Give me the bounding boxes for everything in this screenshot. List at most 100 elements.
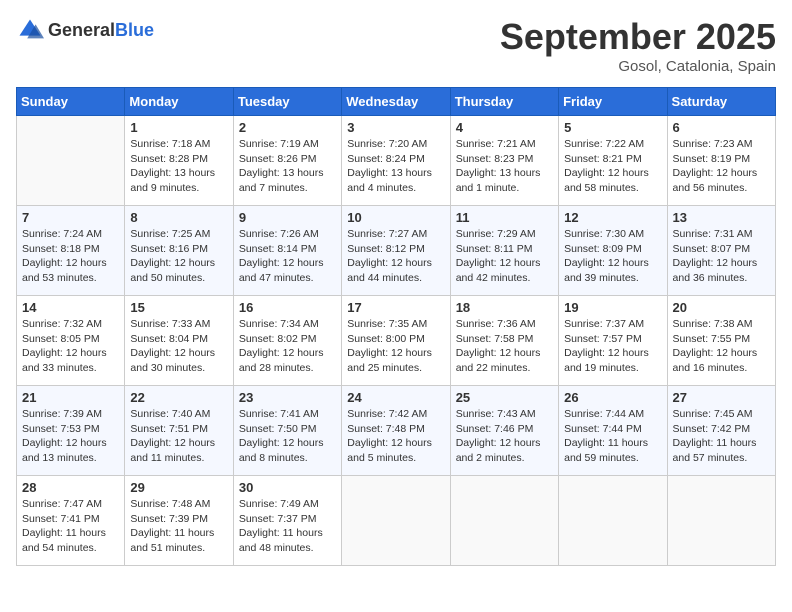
calendar-cell: 5Sunrise: 7:22 AMSunset: 8:21 PMDaylight… xyxy=(559,116,667,206)
calendar-cell xyxy=(667,476,775,566)
day-number: 29 xyxy=(130,480,227,495)
day-info: Sunrise: 7:49 AMSunset: 7:37 PMDaylight:… xyxy=(239,497,336,556)
day-info: Sunrise: 7:43 AMSunset: 7:46 PMDaylight:… xyxy=(456,407,553,466)
location-subtitle: Gosol, Catalonia, Spain xyxy=(500,58,776,75)
day-number: 14 xyxy=(22,300,119,315)
weekday-header-friday: Friday xyxy=(559,88,667,116)
day-info: Sunrise: 7:39 AMSunset: 7:53 PMDaylight:… xyxy=(22,407,119,466)
day-number: 4 xyxy=(456,120,553,135)
weekday-header-row: SundayMondayTuesdayWednesdayThursdayFrid… xyxy=(17,88,776,116)
day-info: Sunrise: 7:29 AMSunset: 8:11 PMDaylight:… xyxy=(456,227,553,286)
weekday-header-thursday: Thursday xyxy=(450,88,558,116)
calendar-cell: 2Sunrise: 7:19 AMSunset: 8:26 PMDaylight… xyxy=(233,116,341,206)
day-info: Sunrise: 7:33 AMSunset: 8:04 PMDaylight:… xyxy=(130,317,227,376)
day-info: Sunrise: 7:24 AMSunset: 8:18 PMDaylight:… xyxy=(22,227,119,286)
day-info: Sunrise: 7:23 AMSunset: 8:19 PMDaylight:… xyxy=(673,137,770,196)
day-info: Sunrise: 7:47 AMSunset: 7:41 PMDaylight:… xyxy=(22,497,119,556)
calendar-cell: 22 Sunrise: 7:40 AMSunset: 7:51 PMDayligh… xyxy=(125,386,233,476)
day-number: 23 xyxy=(239,390,336,405)
day-number: 3 xyxy=(347,120,444,135)
weekday-header-sunday: Sunday xyxy=(17,88,125,116)
day-info: Sunrise: 7:45 AMSunset: 7:42 PMDaylight:… xyxy=(673,407,770,466)
calendar-cell: 23 Sunrise: 7:41 AMSunset: 7:50 PMDayligh… xyxy=(233,386,341,476)
calendar-cell: 12 Sunrise: 7:30 AMSunset: 8:09 PMDayligh… xyxy=(559,206,667,296)
day-info: Sunrise: 7:34 AMSunset: 8:02 PMDaylight:… xyxy=(239,317,336,376)
day-number: 12 xyxy=(564,210,661,225)
calendar-week-row: 1 Sunrise: 7:18 AMSunset: 8:28 PMDaylight… xyxy=(17,116,776,206)
day-info: Sunrise: 7:21 AMSunset: 8:23 PMDaylight:… xyxy=(456,137,553,196)
weekday-header-tuesday: Tuesday xyxy=(233,88,341,116)
calendar-cell: 21 Sunrise: 7:39 AMSunset: 7:53 PMDayligh… xyxy=(17,386,125,476)
calendar-cell: 15 Sunrise: 7:33 AMSunset: 8:04 PMDayligh… xyxy=(125,296,233,386)
day-number: 20 xyxy=(673,300,770,315)
calendar-cell: 6Sunrise: 7:23 AMSunset: 8:19 PMDaylight… xyxy=(667,116,775,206)
day-info: Sunrise: 7:20 AMSunset: 8:24 PMDaylight:… xyxy=(347,137,444,196)
calendar-cell: 1 Sunrise: 7:18 AMSunset: 8:28 PMDaylight… xyxy=(125,116,233,206)
day-number: 28 xyxy=(22,480,119,495)
calendar-cell: 25 Sunrise: 7:43 AMSunset: 7:46 PMDayligh… xyxy=(450,386,558,476)
month-title: September 2025 xyxy=(500,16,776,58)
day-number: 13 xyxy=(673,210,770,225)
calendar-week-row: 14 Sunrise: 7:32 AMSunset: 8:05 PMDayligh… xyxy=(17,296,776,386)
day-info: Sunrise: 7:40 AMSunset: 7:51 PMDaylight:… xyxy=(130,407,227,466)
day-number: 16 xyxy=(239,300,336,315)
logo-text-general: General xyxy=(48,20,115,40)
calendar-cell: 8 Sunrise: 7:25 AMSunset: 8:16 PMDaylight… xyxy=(125,206,233,296)
calendar-cell: 11 Sunrise: 7:29 AMSunset: 8:11 PMDayligh… xyxy=(450,206,558,296)
day-info: Sunrise: 7:44 AMSunset: 7:44 PMDaylight:… xyxy=(564,407,661,466)
calendar-cell xyxy=(559,476,667,566)
calendar-cell xyxy=(450,476,558,566)
calendar-cell: 20 Sunrise: 7:38 AMSunset: 7:55 PMDayligh… xyxy=(667,296,775,386)
day-info: Sunrise: 7:18 AMSunset: 8:28 PMDaylight:… xyxy=(130,137,227,196)
calendar-cell: 3 Sunrise: 7:20 AMSunset: 8:24 PMDaylight… xyxy=(342,116,450,206)
day-info: Sunrise: 7:25 AMSunset: 8:16 PMDaylight:… xyxy=(130,227,227,286)
calendar-cell: 9 Sunrise: 7:26 AMSunset: 8:14 PMDaylight… xyxy=(233,206,341,296)
calendar-cell: 27 Sunrise: 7:45 AMSunset: 7:42 PMDayligh… xyxy=(667,386,775,476)
logo-text-blue: Blue xyxy=(115,20,154,40)
day-number: 21 xyxy=(22,390,119,405)
logo-icon xyxy=(16,16,44,44)
calendar-table: SundayMondayTuesdayWednesdayThursdayFrid… xyxy=(16,87,776,566)
weekday-header-monday: Monday xyxy=(125,88,233,116)
day-number: 9 xyxy=(239,210,336,225)
day-number: 26 xyxy=(564,390,661,405)
day-number: 1 xyxy=(130,120,227,135)
day-info: Sunrise: 7:32 AMSunset: 8:05 PMDaylight:… xyxy=(22,317,119,376)
day-number: 15 xyxy=(130,300,227,315)
day-number: 22 xyxy=(130,390,227,405)
logo: GeneralBlue xyxy=(16,16,154,44)
day-number: 17 xyxy=(347,300,444,315)
day-number: 25 xyxy=(456,390,553,405)
calendar-cell: 10Sunrise: 7:27 AMSunset: 8:12 PMDayligh… xyxy=(342,206,450,296)
day-number: 18 xyxy=(456,300,553,315)
day-number: 11 xyxy=(456,210,553,225)
calendar-cell xyxy=(342,476,450,566)
day-number: 5 xyxy=(564,120,661,135)
day-number: 19 xyxy=(564,300,661,315)
page-header: GeneralBlue September 2025 Gosol, Catalo… xyxy=(16,16,776,75)
calendar-cell: 4 Sunrise: 7:21 AMSunset: 8:23 PMDaylight… xyxy=(450,116,558,206)
day-info: Sunrise: 7:19 AMSunset: 8:26 PMDaylight:… xyxy=(239,137,336,196)
day-number: 30 xyxy=(239,480,336,495)
calendar-cell: 16 Sunrise: 7:34 AMSunset: 8:02 PMDayligh… xyxy=(233,296,341,386)
calendar-cell xyxy=(17,116,125,206)
calendar-week-row: 28 Sunrise: 7:47 AMSunset: 7:41 PMDayligh… xyxy=(17,476,776,566)
calendar-cell: 19 Sunrise: 7:37 AMSunset: 7:57 PMDayligh… xyxy=(559,296,667,386)
day-info: Sunrise: 7:37 AMSunset: 7:57 PMDaylight:… xyxy=(564,317,661,376)
calendar-cell: 30 Sunrise: 7:49 AMSunset: 7:37 PMDayligh… xyxy=(233,476,341,566)
day-info: Sunrise: 7:30 AMSunset: 8:09 PMDaylight:… xyxy=(564,227,661,286)
day-info: Sunrise: 7:26 AMSunset: 8:14 PMDaylight:… xyxy=(239,227,336,286)
calendar-week-row: 21 Sunrise: 7:39 AMSunset: 7:53 PMDayligh… xyxy=(17,386,776,476)
day-number: 8 xyxy=(130,210,227,225)
calendar-cell: 14 Sunrise: 7:32 AMSunset: 8:05 PMDayligh… xyxy=(17,296,125,386)
day-number: 27 xyxy=(673,390,770,405)
day-info: Sunrise: 7:41 AMSunset: 7:50 PMDaylight:… xyxy=(239,407,336,466)
calendar-cell: 29Sunrise: 7:48 AMSunset: 7:39 PMDayligh… xyxy=(125,476,233,566)
day-number: 24 xyxy=(347,390,444,405)
weekday-header-wednesday: Wednesday xyxy=(342,88,450,116)
day-info: Sunrise: 7:38 AMSunset: 7:55 PMDaylight:… xyxy=(673,317,770,376)
calendar-cell: 24 Sunrise: 7:42 AMSunset: 7:48 PMDayligh… xyxy=(342,386,450,476)
calendar-cell: 28 Sunrise: 7:47 AMSunset: 7:41 PMDayligh… xyxy=(17,476,125,566)
weekday-header-saturday: Saturday xyxy=(667,88,775,116)
day-info: Sunrise: 7:42 AMSunset: 7:48 PMDaylight:… xyxy=(347,407,444,466)
